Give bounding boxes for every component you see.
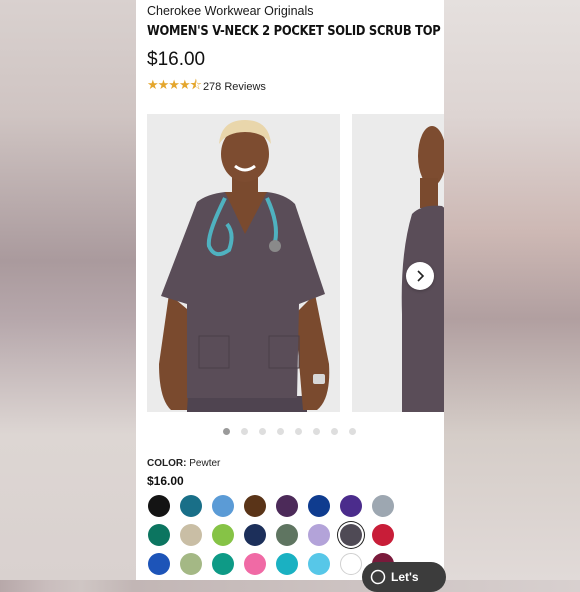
color-swatch[interactable]	[180, 524, 202, 546]
product-image-front[interactable]	[147, 114, 340, 412]
color-swatch[interactable]	[308, 495, 330, 517]
color-swatch[interactable]	[244, 524, 266, 546]
gallery-pagination[interactable]	[223, 428, 356, 435]
color-swatch[interactable]	[244, 495, 266, 517]
background-blur-left	[0, 0, 136, 580]
chat-bubble-icon	[370, 569, 386, 585]
color-swatch[interactable]	[340, 553, 362, 575]
color-swatch[interactable]	[180, 553, 202, 575]
gallery-dot[interactable]	[349, 428, 356, 435]
color-swatch[interactable]	[148, 495, 170, 517]
color-swatch[interactable]	[308, 524, 330, 546]
product-price: $16.00	[147, 49, 206, 70]
product-page: Cherokee Workwear Originals WOMEN'S V-NE…	[136, 0, 444, 580]
color-swatch[interactable]	[180, 495, 202, 517]
gallery-dot[interactable]	[313, 428, 320, 435]
variant-price: $16.00	[147, 474, 184, 488]
color-swatch[interactable]	[212, 553, 234, 575]
chat-button-label: Let's	[391, 570, 419, 584]
color-swatch[interactable]	[212, 495, 234, 517]
color-swatch[interactable]	[276, 524, 298, 546]
color-swatch[interactable]	[340, 495, 362, 517]
chat-button[interactable]: Let's	[362, 562, 446, 592]
selected-color-name: Pewter	[189, 458, 221, 469]
chevron-right-icon	[417, 270, 425, 282]
product-image-side[interactable]	[352, 114, 444, 412]
gallery-next-button[interactable]	[406, 262, 434, 290]
color-swatch[interactable]	[148, 553, 170, 575]
color-swatch[interactable]	[340, 524, 362, 546]
gallery-dot[interactable]	[259, 428, 266, 435]
color-swatch[interactable]	[148, 524, 170, 546]
color-swatch[interactable]	[212, 524, 234, 546]
gallery-dot[interactable]	[223, 428, 230, 435]
color-label: COLOR: Pewter	[147, 458, 220, 469]
reviews-link[interactable]: 278 Reviews	[203, 81, 266, 93]
gallery-dot[interactable]	[331, 428, 338, 435]
color-swatch[interactable]	[372, 495, 394, 517]
gallery-dot[interactable]	[241, 428, 248, 435]
background-blur-right	[444, 0, 580, 580]
rating-stars-icon: ★★★★⯪	[147, 77, 202, 92]
product-title: WOMEN'S V-NECK 2 POCKET SOLID SCRUB TOP	[147, 24, 441, 39]
product-gallery[interactable]	[147, 114, 444, 412]
color-swatch[interactable]	[372, 524, 394, 546]
color-swatch[interactable]	[276, 553, 298, 575]
gallery-dot[interactable]	[295, 428, 302, 435]
color-label-key: COLOR:	[147, 458, 187, 469]
color-swatch[interactable]	[276, 495, 298, 517]
gallery-dot[interactable]	[277, 428, 284, 435]
brand-name[interactable]: Cherokee Workwear Originals	[147, 4, 314, 18]
color-swatch[interactable]	[244, 553, 266, 575]
color-swatch[interactable]	[308, 553, 330, 575]
rating-summary[interactable]: ★★★★⯪ 278 Reviews	[147, 76, 266, 98]
